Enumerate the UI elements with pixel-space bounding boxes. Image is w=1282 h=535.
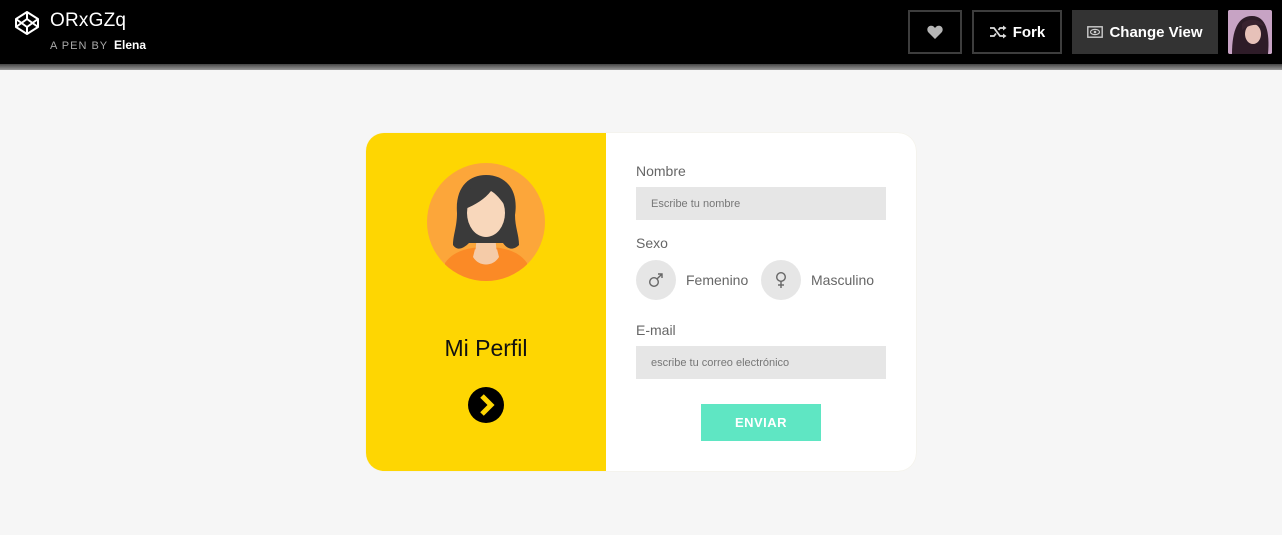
profile-title: Mi Perfil — [444, 335, 528, 361]
sex-label: Sexo — [636, 235, 668, 251]
profile-avatar — [427, 163, 545, 281]
byline-prefix: A PEN BY — [50, 40, 108, 52]
male-icon — [648, 273, 663, 288]
gender-label-femenino: Femenino — [686, 272, 749, 288]
codepen-logo-icon[interactable] — [14, 10, 40, 36]
heart-icon — [927, 25, 943, 39]
eye-icon — [1087, 26, 1104, 38]
top-bar-divider — [0, 64, 1282, 70]
fork-label: Fork — [1012, 23, 1046, 41]
email-input[interactable] — [636, 346, 886, 379]
user-avatar[interactable] — [1228, 10, 1272, 54]
pen-byline: A PEN BY Elena — [50, 38, 146, 52]
gender-radio-femenino[interactable] — [636, 260, 676, 300]
pen-title[interactable]: ORxGZq — [50, 10, 126, 32]
gender-radio-masculino[interactable] — [761, 260, 801, 300]
name-label: Nombre — [636, 163, 686, 179]
change-view-label: Change View — [1109, 23, 1203, 41]
submit-button[interactable]: ENVIAR — [701, 404, 821, 441]
gender-label-masculino: Masculino — [811, 272, 875, 288]
female-icon — [775, 271, 787, 288]
name-input[interactable] — [636, 187, 886, 220]
chevron-right-icon — [480, 394, 495, 416]
fork-icon — [989, 25, 1007, 39]
email-label: E-mail — [636, 322, 676, 338]
top-bar: ORxGZq A PEN BY Elena Fork Change View — [0, 0, 1282, 64]
heart-button[interactable] — [908, 10, 962, 54]
author-link[interactable]: Elena — [114, 38, 146, 52]
woman-avatar-icon — [445, 175, 527, 281]
gender-option-femenino[interactable]: Femenino — [636, 260, 748, 300]
next-button[interactable] — [468, 387, 504, 423]
change-view-button[interactable]: Change View — [1072, 10, 1218, 54]
gender-option-masculino[interactable]: Masculino — [761, 260, 874, 300]
fork-button[interactable]: Fork — [972, 10, 1062, 54]
profile-card: Mi Perfil Nombre Sexo Femenino — [366, 133, 916, 471]
profile-panel: Mi Perfil — [366, 133, 606, 471]
user-photo-icon — [1228, 10, 1272, 54]
